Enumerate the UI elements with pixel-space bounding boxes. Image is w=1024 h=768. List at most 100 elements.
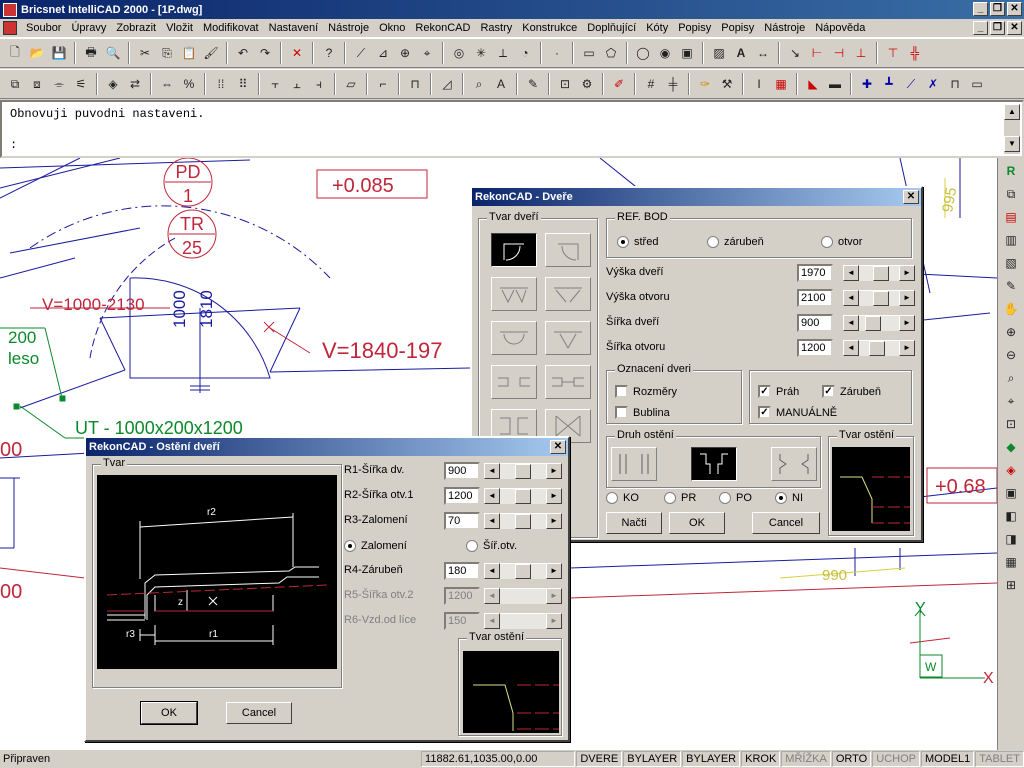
dlg_osteni-slider-2[interactable]: ◄ ► bbox=[484, 513, 562, 529]
snap-endpoint-icon[interactable]: ⟋ bbox=[351, 43, 371, 63]
slider-thumb[interactable] bbox=[869, 341, 885, 356]
view-side-icon[interactable]: ◧ bbox=[1001, 506, 1021, 526]
polygon-icon[interactable]: ⬠ bbox=[601, 43, 621, 63]
radio-ref-otvor[interactable]: otvor bbox=[821, 236, 862, 248]
check-rozmery[interactable]: Rozměry bbox=[615, 385, 677, 398]
check-manualne[interactable]: ✓ MANUÁLNĚ bbox=[758, 406, 837, 419]
slider-track[interactable] bbox=[500, 488, 546, 504]
status-color[interactable]: BYLAYER bbox=[623, 751, 682, 767]
slider-right-arrow-icon[interactable]: ► bbox=[899, 340, 915, 356]
view-front-icon[interactable]: ▣ bbox=[1001, 483, 1021, 503]
point-icon[interactable]: · bbox=[547, 43, 567, 63]
layer-off-icon[interactable]: ⚟ bbox=[71, 74, 91, 94]
snap-quadrant-icon[interactable]: ◎ bbox=[449, 43, 469, 63]
open-icon[interactable]: 📂 bbox=[27, 43, 47, 63]
radio-ref-stred[interactable]: střed bbox=[617, 236, 658, 248]
dlg_dvere-input-0[interactable]: 1970 bbox=[797, 264, 833, 282]
print-preview-icon[interactable]: 🔍 bbox=[103, 43, 123, 63]
door-shape-5[interactable] bbox=[491, 321, 537, 355]
zoom-previous-icon[interactable]: ⌖ bbox=[1001, 391, 1021, 411]
properties-icon[interactable]: ⚙ bbox=[577, 74, 597, 94]
snap-midpoint-icon[interactable]: ⊿ bbox=[373, 43, 393, 63]
door-shape-4[interactable] bbox=[545, 277, 591, 311]
doc-minimize-button[interactable]: _ bbox=[973, 21, 988, 35]
slider-right-arrow-icon[interactable]: ► bbox=[546, 513, 562, 529]
slider-thumb[interactable] bbox=[873, 291, 889, 306]
dlg_osteni-input-1[interactable]: 1200 bbox=[444, 487, 480, 505]
slider-track[interactable] bbox=[500, 463, 546, 479]
status-linetype[interactable]: BYLAYER bbox=[682, 751, 741, 767]
status-ortho[interactable]: ORTO bbox=[831, 751, 872, 767]
table-grid-icon[interactable]: ╪ bbox=[663, 74, 683, 94]
status-grid[interactable]: MŘÍŽKA bbox=[781, 751, 831, 767]
door-shape-7[interactable] bbox=[491, 365, 537, 399]
dlg_dvere-input-2[interactable]: 900 bbox=[797, 314, 833, 332]
snap-intersection-icon[interactable]: ✳ bbox=[471, 43, 491, 63]
dialog-osteni-close-button[interactable]: ✕ bbox=[550, 440, 566, 454]
slider-thumb[interactable] bbox=[865, 316, 881, 331]
radio-type-po[interactable]: PO bbox=[719, 492, 752, 504]
check-zarubne[interactable]: ✓ Zárubeň bbox=[822, 385, 881, 398]
osteni-type-recessed[interactable] bbox=[771, 447, 817, 481]
dim-linear-icon[interactable]: ⊢ bbox=[807, 43, 827, 63]
close-button[interactable]: ✕ bbox=[1007, 2, 1022, 16]
zoom-extents-icon[interactable]: ⊡ bbox=[1001, 414, 1021, 434]
osteni-type-stepped[interactable] bbox=[691, 447, 737, 481]
zoom-window-icon[interactable]: ⌕ bbox=[1001, 368, 1021, 388]
menu-nastroje-2[interactable]: Nástroje bbox=[759, 22, 810, 34]
menu-napoveda[interactable]: Nápověda bbox=[810, 22, 870, 34]
edit-pencil-icon[interactable]: ✎ bbox=[1001, 276, 1021, 296]
zoom-in-icon[interactable]: ⊕ bbox=[1001, 322, 1021, 342]
check-bublina[interactable]: Bublina bbox=[615, 406, 670, 419]
door-icon[interactable]: ▬ bbox=[825, 74, 845, 94]
slider-track[interactable] bbox=[500, 513, 546, 529]
slider-track[interactable] bbox=[859, 290, 899, 306]
pen-red-icon[interactable]: ✐ bbox=[609, 74, 629, 94]
slider-left-arrow-icon[interactable]: ◄ bbox=[484, 513, 500, 529]
door-shape-8[interactable] bbox=[545, 365, 591, 399]
dlg_osteni-slider-1[interactable]: ◄ ► bbox=[484, 488, 562, 504]
slider-track[interactable] bbox=[859, 265, 899, 281]
menu-popisy-2[interactable]: Popisy bbox=[716, 22, 759, 34]
layer-prop-icon[interactable]: ⌯ bbox=[49, 74, 69, 94]
slider-right-arrow-icon[interactable]: ► bbox=[899, 290, 915, 306]
tools-icon[interactable]: ⚒ bbox=[717, 74, 737, 94]
dlg_dvere-slider-2[interactable]: ◄ ► bbox=[843, 315, 915, 331]
dlg_osteni-slider-3[interactable]: ◄ ► bbox=[484, 563, 562, 579]
layer-state-icon[interactable]: ▧ bbox=[1001, 253, 1021, 273]
doc-close-button[interactable]: ✕ bbox=[1007, 21, 1022, 35]
view-iso-icon[interactable]: ◈ bbox=[1001, 460, 1021, 480]
slider-left-arrow-icon[interactable]: ◄ bbox=[843, 315, 859, 331]
layers-icon[interactable]: ⧉ bbox=[1001, 184, 1021, 204]
layer-colors-icon[interactable]: ▤ bbox=[1001, 207, 1021, 227]
slider-right-arrow-icon[interactable]: ► bbox=[546, 463, 562, 479]
radio-type-ni[interactable]: NI bbox=[775, 492, 803, 504]
snap-node-icon[interactable]: ⌖ bbox=[417, 43, 437, 63]
restore-button[interactable]: ❐ bbox=[990, 2, 1005, 16]
status-snap[interactable]: KROK bbox=[741, 751, 781, 767]
slider-left-arrow-icon[interactable]: ◄ bbox=[843, 290, 859, 306]
scroll-up-icon[interactable]: ▲ bbox=[1004, 104, 1020, 120]
menu-nastroje[interactable]: Nástroje bbox=[323, 22, 374, 34]
slider-right-arrow-icon[interactable]: ► bbox=[546, 563, 562, 579]
dimension-icon[interactable]: ↔ bbox=[753, 43, 773, 63]
copy-icon[interactable]: ⎘ bbox=[157, 43, 177, 63]
slider-left-arrow-icon[interactable]: ◄ bbox=[484, 463, 500, 479]
dlg_dvere-slider-0[interactable]: ◄ ► bbox=[843, 265, 915, 281]
view-3d-icon[interactable]: ◆ bbox=[1001, 437, 1021, 457]
paste-icon[interactable]: 📋 bbox=[179, 43, 199, 63]
stairs-icon[interactable]: ⊓ bbox=[405, 74, 425, 94]
menu-soubor[interactable]: Soubor bbox=[21, 22, 66, 34]
dialog-dvere-close-button[interactable]: ✕ bbox=[903, 190, 919, 204]
dlg_osteni-slider-0[interactable]: ◄ ► bbox=[484, 463, 562, 479]
zoom-out-icon[interactable]: ⊖ bbox=[1001, 345, 1021, 365]
doc-restore-button[interactable]: ❐ bbox=[990, 21, 1005, 35]
grid-icon[interactable]: ⁞⁞ bbox=[211, 74, 231, 94]
dim-plus-icon[interactable]: ✚ bbox=[857, 74, 877, 94]
menu-modifikovat[interactable]: Modifikovat bbox=[198, 22, 264, 34]
dlg_dvere-input-1[interactable]: 2100 bbox=[797, 289, 833, 307]
dim-level-icon[interactable]: ┻ bbox=[879, 74, 899, 94]
pan-hand-icon[interactable]: ✋ bbox=[1001, 299, 1021, 319]
pencil-icon[interactable]: ✎ bbox=[523, 74, 543, 94]
menu-doplnujici[interactable]: Doplňující bbox=[582, 22, 641, 34]
